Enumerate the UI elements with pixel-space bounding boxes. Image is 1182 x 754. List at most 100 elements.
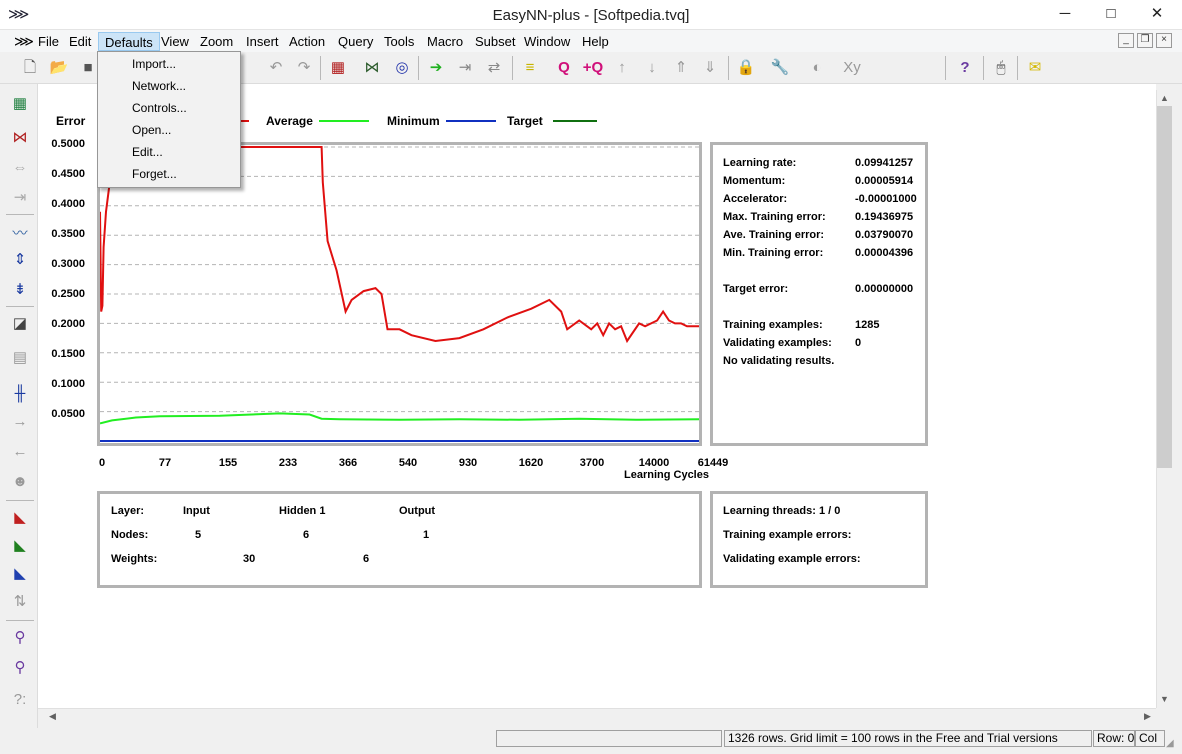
x-tick-label: 233 (278, 457, 298, 469)
arrow-up-icon[interactable]: ↑ (610, 56, 634, 80)
scroll-up-icon[interactable]: ▲ (1156, 90, 1173, 107)
menu-defaults[interactable]: Defaults (98, 32, 160, 51)
collapse-horizontal-icon[interactable]: ⇥ (8, 186, 32, 210)
grid-check-icon[interactable]: ▦ (326, 56, 350, 80)
menu-action[interactable]: Action (283, 32, 331, 51)
arrow-right-icon[interactable]: ➔ (424, 56, 448, 80)
query-icon[interactable]: Q (552, 56, 576, 80)
mdi-close-button[interactable]: × (1156, 33, 1172, 48)
sort-lines-icon[interactable]: ≡ (518, 56, 542, 80)
menu-item-import[interactable]: Import... (98, 53, 240, 75)
y-tick-label: 0.1500 (51, 348, 85, 360)
menu-item-controls[interactable]: Controls... (98, 97, 240, 119)
network-view-icon[interactable]: ⋈ (8, 126, 32, 150)
menu-view[interactable]: View (155, 32, 195, 51)
menu-window[interactable]: Window (518, 32, 576, 51)
mdi-minimize-button[interactable]: _ (1118, 33, 1134, 48)
wave-icon[interactable]: ◐ (805, 56, 829, 80)
y-tick-label: 0.3000 (51, 258, 85, 270)
help-context-icon[interactable]: ? (953, 56, 977, 80)
table-icon[interactable]: ▤ (8, 346, 32, 370)
layer-input-label: Input (183, 505, 210, 517)
menu-help[interactable]: Help (576, 32, 615, 51)
stat-min-error-value: 0.00004396 (855, 247, 914, 259)
maximize-button[interactable]: □ (1088, 0, 1134, 30)
learning-graph-icon[interactable]: 〰 (8, 222, 32, 246)
arrow-bottom-icon[interactable]: ⇓ (698, 56, 722, 80)
scroll-left-icon[interactable]: ◀ (44, 708, 61, 725)
undo-icon[interactable]: ↶ (264, 56, 288, 80)
xy-icon[interactable]: Xy (840, 56, 864, 80)
side-separator (6, 214, 34, 215)
menu-item-open[interactable]: Open... (98, 119, 240, 141)
learning-threads-text: Learning threads: 1 / 0 (723, 505, 841, 517)
menu-insert[interactable]: Insert (240, 32, 285, 51)
x-tick-label: 155 (218, 457, 238, 469)
network-icon[interactable]: ⋈ (360, 56, 384, 80)
scroll-right-icon[interactable]: ▶ (1139, 708, 1156, 725)
stat-ave-error-label: Ave. Training error: (723, 229, 825, 241)
new-file-icon[interactable]: 🗋 (18, 56, 42, 80)
menu-tools[interactable]: Tools (378, 32, 420, 51)
help-icon[interactable]: ?: (8, 688, 32, 712)
sort-blue-icon[interactable]: ◣ (8, 562, 32, 586)
menu-item-forget[interactable]: Forget... (98, 163, 240, 185)
y-tick-label: 0.3500 (51, 228, 85, 240)
resize-grip-icon[interactable]: ◢ (1166, 738, 1174, 749)
mouse-icon[interactable]: 🖱 (989, 56, 1013, 80)
x-tick-label: 77 (158, 457, 172, 469)
step-forward-icon[interactable]: ⇥ (453, 56, 477, 80)
menu-file[interactable]: File (32, 32, 65, 51)
wrench-icon[interactable]: 🔧 (768, 56, 792, 80)
expand-horizontal-icon[interactable]: ⇔ (8, 156, 32, 180)
zoom-small-icon[interactable]: ⚲ (8, 656, 32, 680)
legend-minimum-line (446, 120, 496, 122)
menu-zoom[interactable]: Zoom (194, 32, 239, 51)
menu-subset[interactable]: Subset (469, 32, 521, 51)
vertical-scroll-thumb[interactable] (1157, 106, 1172, 468)
grid-view-icon[interactable]: ▦ (8, 92, 32, 116)
nodes-hidden-value: 6 (303, 529, 310, 541)
toolbar-separator (418, 56, 419, 80)
swap-icon[interactable]: ⇄ (482, 56, 506, 80)
mdi-restore-button[interactable]: ❐ (1137, 33, 1153, 48)
minimize-button[interactable]: ─ (1042, 0, 1088, 30)
lock-icon[interactable]: 🔒 (734, 56, 758, 80)
sort-updown-icon[interactable]: ⇅ (8, 590, 32, 614)
stat-ave-error-value: 0.03790070 (855, 229, 914, 241)
menu-edit[interactable]: Edit (63, 32, 97, 51)
x-tick-label: 1620 (518, 457, 544, 469)
mail-icon[interactable]: ✉ (1023, 56, 1047, 80)
menu-item-network[interactable]: Network... (98, 75, 240, 97)
sort-green-icon[interactable]: ◣ (8, 534, 32, 558)
status-row: Row: 0 (1093, 730, 1135, 747)
redo-icon[interactable]: ↷ (292, 56, 316, 80)
toolbar-separator (983, 56, 984, 80)
person-icon[interactable]: ☻ (8, 470, 32, 494)
horizontal-scrollbar[interactable] (38, 708, 1156, 725)
open-folder-icon[interactable]: 📂 (47, 56, 71, 80)
stat-accelerator-label: Accelerator: (723, 193, 788, 205)
back-icon[interactable]: ← (8, 440, 32, 464)
scroll-down-icon[interactable]: ▼ (1156, 691, 1173, 708)
stat-training-examples-label: Training examples: (723, 319, 823, 331)
menu-item-edit[interactable]: Edit... (98, 141, 240, 163)
document-icon[interactable]: ⋙ (14, 32, 34, 50)
zoom-icon[interactable]: ⚲ (8, 626, 32, 650)
add-query-icon[interactable]: +Q (581, 56, 605, 80)
side-separator (6, 500, 34, 501)
scatter-graph-icon[interactable]: ◪ (8, 312, 32, 336)
compass-icon[interactable]: ◎ (390, 56, 414, 80)
sort-red-icon[interactable]: ◣ (8, 506, 32, 530)
histogram-icon[interactable]: ╫ (8, 382, 32, 406)
forward-icon[interactable]: → (8, 410, 32, 434)
error-chart (100, 146, 699, 442)
toolbar-separator (512, 56, 513, 80)
arrow-down-icon[interactable]: ↓ (640, 56, 664, 80)
expand-vertical-icon[interactable]: ⇕ (8, 248, 32, 272)
menu-query[interactable]: Query (332, 32, 379, 51)
collapse-vertical-icon[interactable]: ⇟ (8, 278, 32, 302)
close-button[interactable]: ✕ (1134, 0, 1180, 30)
arrow-top-icon[interactable]: ⇑ (669, 56, 693, 80)
menu-macro[interactable]: Macro (421, 32, 469, 51)
